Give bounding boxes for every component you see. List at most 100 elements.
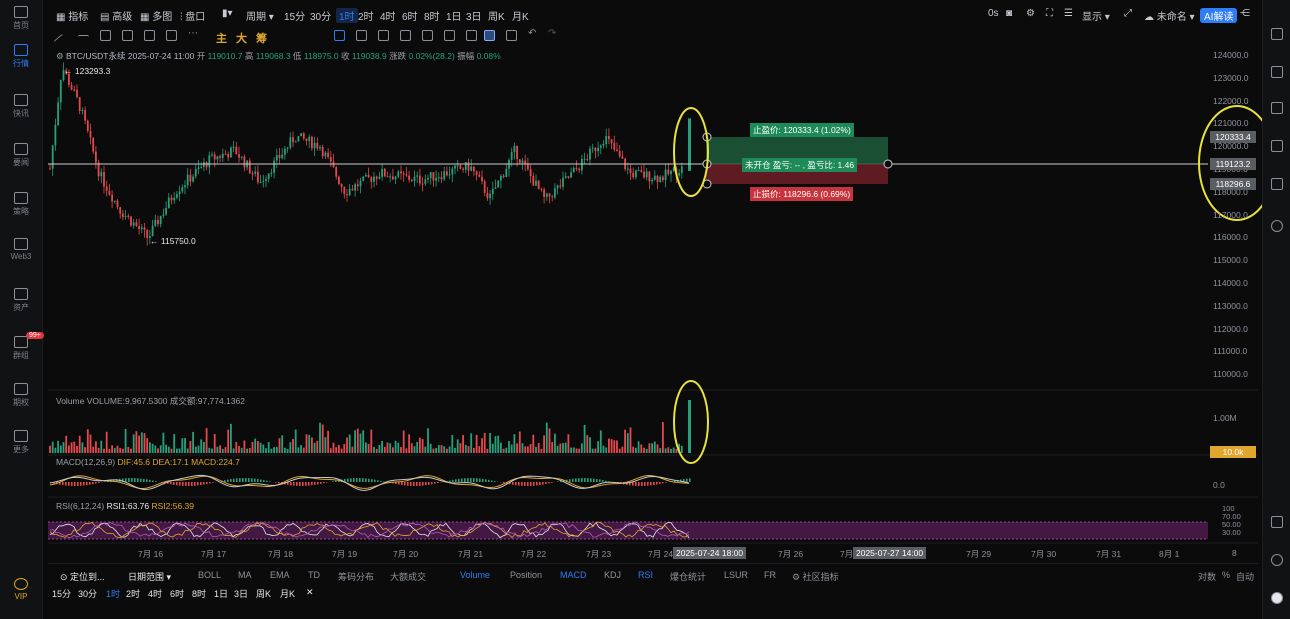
- log-scale-toggle[interactable]: 对数: [1198, 570, 1216, 583]
- volume-bar: [648, 443, 651, 453]
- volume-bar: [230, 423, 232, 453]
- trade-panel-icon[interactable]: [1271, 66, 1283, 78]
- macd-histogram-bar: [263, 480, 265, 482]
- candle-body: [529, 169, 532, 176]
- date-range-dropdown[interactable]: 日期范围 ▾: [128, 570, 171, 583]
- volume-bar: [419, 437, 421, 453]
- volume-bar: [278, 438, 281, 453]
- bottom-interval-3d[interactable]: 3日: [234, 587, 248, 600]
- indicator-kdj[interactable]: KDJ: [604, 570, 621, 580]
- volume-bar: [149, 442, 151, 453]
- support-icon[interactable]: [1271, 554, 1283, 566]
- bottom-interval-2h[interactable]: 2时: [126, 587, 140, 600]
- volume-bar: [308, 434, 311, 453]
- volume-bar: [367, 443, 370, 453]
- bottom-interval-15m[interactable]: 15分: [52, 587, 71, 600]
- macd-histogram-bar: [131, 478, 133, 482]
- candle-body: [618, 150, 621, 157]
- candle-body: [486, 192, 489, 199]
- volume-bar: [624, 429, 626, 453]
- indicator-liquidation[interactable]: 爆仓统计: [670, 570, 706, 583]
- candle-body: [559, 185, 562, 187]
- candle-body: [270, 172, 273, 174]
- macd-histogram-bar: [380, 480, 382, 482]
- candle-body: [356, 184, 359, 187]
- indicator-position[interactable]: Position: [510, 570, 542, 580]
- indicator-volume[interactable]: Volume: [460, 570, 490, 580]
- volume-bar: [300, 445, 302, 453]
- bottom-interval-30m[interactable]: 30分: [78, 587, 97, 600]
- volume-bar: [564, 442, 567, 453]
- candle-body: [578, 168, 581, 171]
- bottom-interval-1h[interactable]: 1时: [106, 587, 120, 600]
- indicator-boll[interactable]: BOLL: [198, 570, 221, 580]
- tp-price-box: 120333.4: [1210, 131, 1256, 143]
- notes-panel-icon[interactable]: [1271, 140, 1283, 152]
- candle-body: [251, 173, 254, 175]
- time-tick: 7月 29: [966, 549, 992, 559]
- orderbook-panel-icon[interactable]: [1271, 28, 1283, 40]
- take-profit-label[interactable]: 止盈价: 120333.4 (1.02%): [750, 123, 854, 137]
- locate-button[interactable]: ⊙ 定位到...: [60, 570, 105, 583]
- indicator-ma[interactable]: MA: [238, 570, 252, 580]
- macd-histogram-bar: [194, 482, 196, 486]
- indicator-community[interactable]: ⚙ 社区指标: [792, 570, 839, 583]
- low-annotation: ← 115750.0: [150, 236, 196, 246]
- volume-bar: [140, 432, 143, 453]
- right-tool-panel: [1262, 0, 1290, 619]
- volume-bar: [454, 447, 456, 453]
- indicator-td[interactable]: TD: [308, 570, 320, 580]
- volume-bar: [251, 441, 254, 453]
- bottom-interval-4h[interactable]: 4时: [148, 587, 162, 600]
- bottom-interval-8h[interactable]: 8时: [192, 587, 206, 600]
- volume-bar: [211, 448, 213, 453]
- volume-bar: [327, 430, 329, 453]
- macd-histogram-bar: [326, 482, 328, 483]
- candle-body: [305, 138, 308, 141]
- depth-panel-icon[interactable]: [1271, 102, 1283, 114]
- entry-label[interactable]: 未开仓 盈亏: -- , 盈亏比: 1.46: [742, 158, 858, 172]
- calendar-panel-icon[interactable]: [1271, 178, 1283, 190]
- macd-histogram-bar: [335, 480, 337, 482]
- stop-loss-label[interactable]: 止损价: 118296.6 (0.69%): [750, 187, 854, 201]
- chart-canvas[interactable]: [0, 0, 1290, 619]
- volume-bar: [446, 448, 448, 453]
- candle-body: [405, 174, 408, 176]
- candle-body: [238, 154, 240, 158]
- layout-panel-icon[interactable]: [1271, 516, 1283, 528]
- candle-body: [413, 176, 416, 181]
- macd-histogram-bar: [146, 479, 148, 482]
- assistant-icon[interactable]: [1271, 592, 1283, 604]
- candle-body: [626, 168, 629, 170]
- indicator-rsi[interactable]: RSI: [638, 570, 653, 580]
- macd-histogram-bar: [278, 482, 280, 484]
- indicator-fr[interactable]: FR: [764, 570, 776, 580]
- volume-bar: [443, 446, 446, 453]
- bottom-interval-month[interactable]: 月K: [280, 587, 295, 600]
- bottom-interval-week[interactable]: 周K: [256, 587, 271, 600]
- bottom-interval-1d[interactable]: 1日: [214, 587, 228, 600]
- macd-histogram-bar: [362, 478, 364, 482]
- history-panel-icon[interactable]: [1271, 220, 1283, 232]
- current-price-box: 119123.2: [1210, 158, 1256, 170]
- macd-histogram-bar: [494, 481, 496, 482]
- volume-bar: [132, 434, 135, 453]
- candle-body: [402, 173, 405, 175]
- indicator-large-trades[interactable]: 大额成交: [390, 570, 426, 583]
- indicator-macd[interactable]: MACD: [560, 570, 587, 580]
- candlestick-series: [49, 62, 691, 246]
- bottom-interval-6h[interactable]: 6时: [170, 587, 184, 600]
- indicator-lsur[interactable]: LSUR: [724, 570, 748, 580]
- percent-scale-toggle[interactable]: %: [1222, 570, 1230, 580]
- macd-histogram-bar: [98, 482, 100, 483]
- indicator-chips[interactable]: 筹码分布: [338, 570, 374, 583]
- close-icon[interactable]: ✕: [306, 587, 314, 598]
- volume-bar: [670, 448, 672, 453]
- price-tick: 113000.0: [1213, 300, 1248, 311]
- volume-bar: [294, 429, 297, 453]
- auto-scale-toggle[interactable]: 自动: [1236, 570, 1254, 583]
- indicator-ema[interactable]: EMA: [270, 570, 290, 580]
- time-tick: 7月 19: [332, 549, 358, 559]
- volume-bar: [456, 439, 459, 453]
- volume-bar: [270, 448, 273, 453]
